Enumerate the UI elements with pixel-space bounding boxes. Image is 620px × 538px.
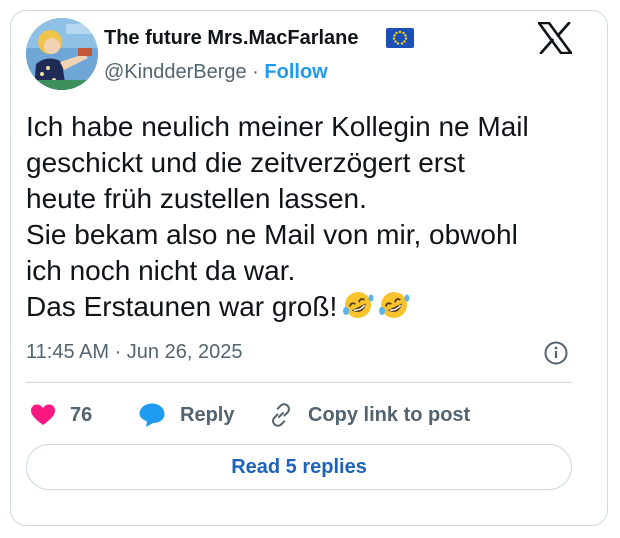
reply-label: Reply (180, 403, 235, 426)
eu-flag-icon (386, 28, 414, 48)
avatar[interactable] (26, 18, 98, 90)
like-button[interactable]: 76 (30, 401, 92, 429)
copy-link-button[interactable]: Copy link to post (268, 401, 470, 429)
divider (26, 382, 572, 383)
tweet-body: Ich habe neulich meiner Kollegin ne Mail… (26, 111, 529, 322)
link-icon (272, 403, 290, 427)
display-name[interactable]: The future Mrs.MacFarlane (104, 26, 359, 50)
reply-button[interactable]: Reply (138, 401, 234, 429)
follow-link[interactable]: Follow (264, 61, 327, 83)
handle-row: @KindderBerge · Follow (104, 60, 328, 84)
copy-link-label: Copy link to post (308, 403, 471, 426)
laughing-emoji-pair (343, 290, 413, 320)
heart-icon (31, 404, 55, 425)
like-count: 76 (70, 403, 93, 426)
handle[interactable]: @KindderBerge (104, 61, 247, 83)
timestamp[interactable]: 11:45 AM · Jun 26, 2025 (26, 340, 242, 364)
avatar-image (26, 18, 98, 90)
reply-bubble-icon (139, 403, 165, 427)
rolling-on-floor-laughing-icon (343, 292, 410, 318)
info-icon[interactable] (543, 340, 569, 366)
x-logo-icon[interactable] (538, 22, 572, 54)
handle-separator: · (246, 61, 265, 83)
read-replies-button[interactable]: Read 5 replies (26, 444, 572, 490)
tweet-text: Ich habe neulich meiner Kollegin ne Mail… (26, 109, 586, 325)
